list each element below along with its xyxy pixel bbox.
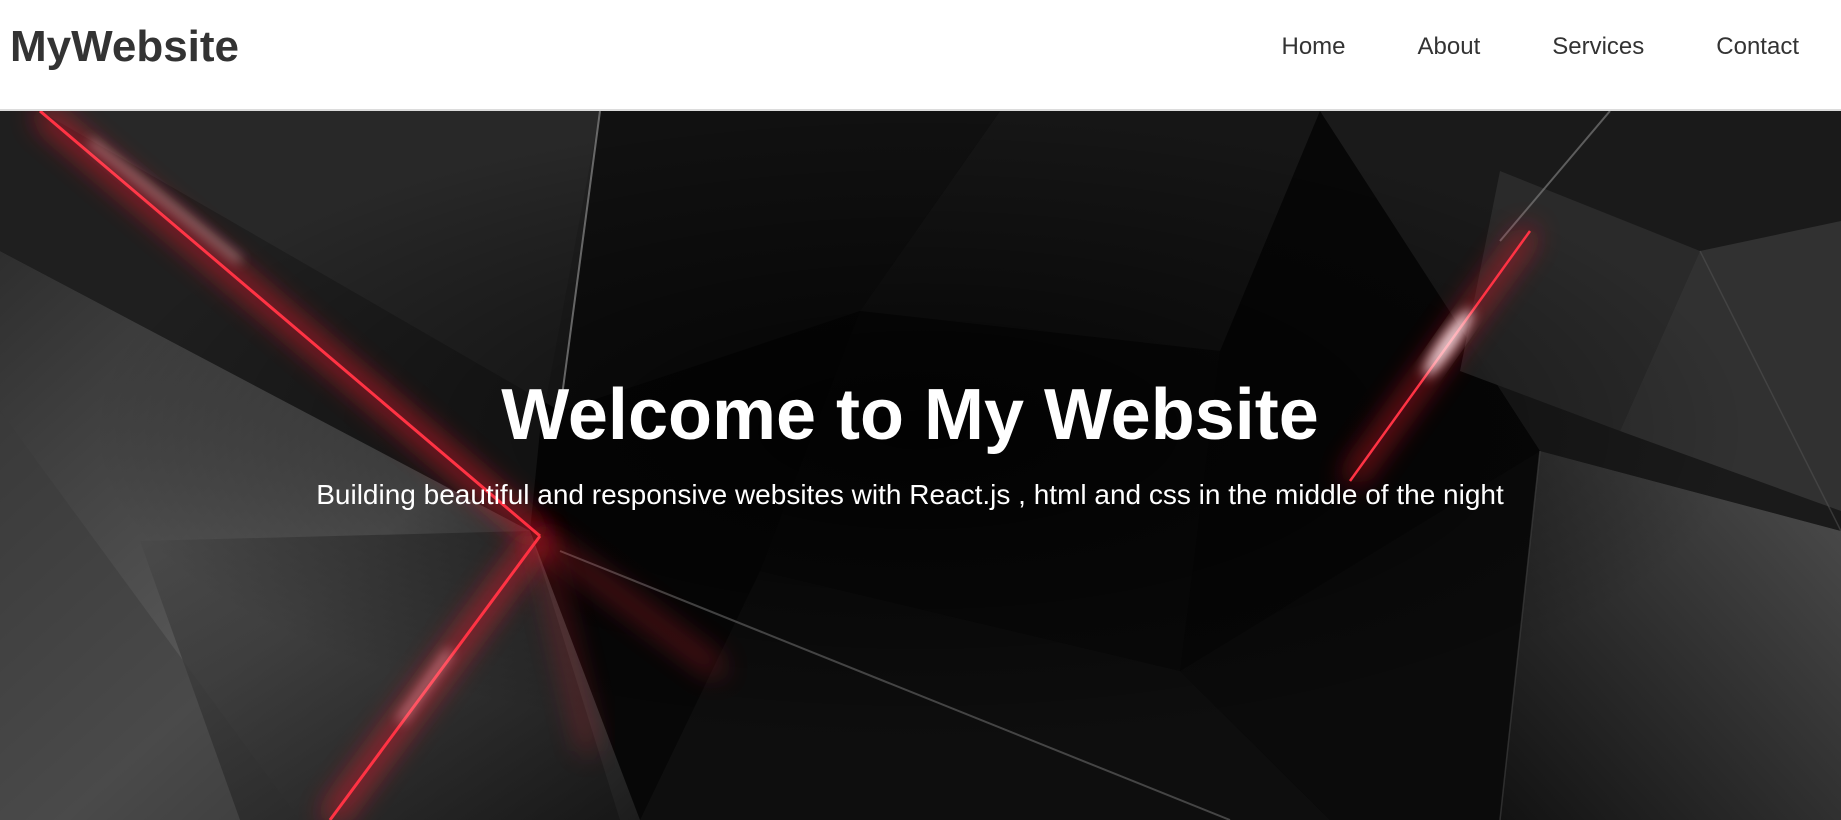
nav-item-home: Home: [1210, 33, 1346, 61]
site-logo[interactable]: MyWebsite: [10, 22, 239, 72]
main-nav: Home About Services Contact: [1210, 33, 1841, 61]
hero-content: Welcome to My Website Building beautiful…: [0, 111, 1841, 820]
hero-section: Welcome to My Website Building beautiful…: [0, 111, 1841, 820]
hero-title: Welcome to My Website: [501, 375, 1319, 455]
site-header: MyWebsite Home About Services Contact: [0, 0, 1841, 111]
nav-item-services: Services: [1480, 33, 1644, 61]
hero-subtitle: Building beautiful and responsive websit…: [316, 479, 1504, 510]
nav-link-contact[interactable]: Contact: [1716, 33, 1799, 61]
nav-link-home[interactable]: Home: [1282, 33, 1346, 61]
nav-link-about[interactable]: About: [1418, 33, 1481, 61]
nav-item-about: About: [1346, 33, 1481, 61]
nav-list: Home About Services Contact: [1210, 33, 1800, 61]
nav-item-contact: Contact: [1644, 33, 1799, 61]
nav-link-services[interactable]: Services: [1552, 33, 1644, 61]
